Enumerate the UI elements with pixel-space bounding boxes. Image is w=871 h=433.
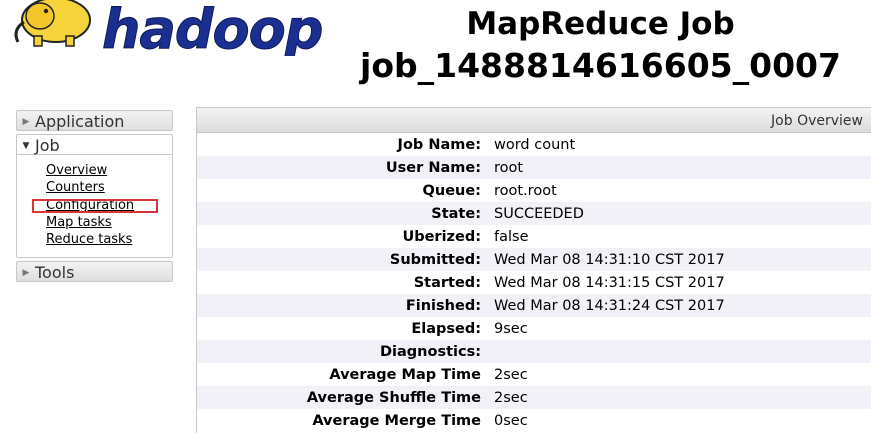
table-row: Finished: Wed Mar 08 14:31:24 CST 2017 — [197, 294, 871, 317]
row-key: Job Name: — [397, 137, 481, 153]
page-title-job-id: job_1488814616605_0007 — [360, 46, 841, 85]
sidebar-link-counters[interactable]: Counters — [46, 179, 134, 196]
row-value: SUCCEEDED — [494, 206, 584, 222]
row-key: User Name: — [385, 160, 481, 176]
job-overview-header: Job Overview — [197, 108, 871, 133]
sidebar-link-map-tasks[interactable]: Map tasks — [46, 214, 134, 231]
triangle-down-icon: ▼ — [22, 141, 30, 151]
row-key: Diagnostics: — [379, 344, 481, 360]
hadoop-logo: hadoop — [4, 0, 324, 62]
row-key: Average Merge Time — [312, 413, 481, 429]
row-key: Uberized: — [402, 229, 481, 245]
triangle-right-icon: ▶ — [22, 117, 30, 127]
row-value: 9sec — [494, 321, 528, 337]
row-key: Elapsed: — [411, 321, 481, 337]
row-key: Average Map Time — [329, 367, 481, 383]
table-row: State: SUCCEEDED — [197, 202, 871, 225]
row-value: 0sec — [494, 413, 528, 429]
row-value: Wed Mar 08 14:31:10 CST 2017 — [494, 252, 725, 268]
row-key: Finished: — [405, 298, 481, 314]
table-row: Submitted: Wed Mar 08 14:31:10 CST 2017 — [197, 248, 871, 271]
configuration-highlight-box — [32, 199, 158, 213]
row-key: State: — [431, 206, 481, 222]
table-row: Average Map Time 2sec — [197, 363, 871, 386]
table-row: Job Name: word count — [197, 133, 871, 156]
elephant-icon — [14, 0, 91, 47]
sidebar-link-overview[interactable]: Overview — [46, 162, 134, 179]
triangle-right-icon: ▶ — [22, 268, 30, 278]
sidebar-section-label: Application — [35, 112, 125, 131]
table-row: Average Shuffle Time 2sec — [197, 386, 871, 409]
table-row: Uberized: false — [197, 225, 871, 248]
table-row: Queue: root.root — [197, 179, 871, 202]
row-value: 2sec — [494, 367, 528, 383]
sidebar-section-job[interactable]: ▼ Job — [16, 134, 173, 155]
job-overview-rows: Job Name: word count User Name: root Queue… — [197, 133, 871, 432]
row-value: word count — [494, 137, 576, 153]
row-value: false — [494, 229, 529, 245]
row-key: Submitted: — [389, 252, 481, 268]
page-title-line1: MapReduce Job — [466, 6, 735, 42]
row-value: Wed Mar 08 14:31:24 CST 2017 — [494, 298, 725, 314]
row-value: root — [494, 160, 524, 176]
table-row: Diagnostics: — [197, 340, 871, 363]
table-row: Average Merge Time 0sec — [197, 409, 871, 432]
row-value: Wed Mar 08 14:31:15 CST 2017 — [494, 275, 725, 291]
table-row: User Name: root — [197, 156, 871, 179]
row-key: Average Shuffle Time — [306, 390, 481, 406]
row-key: Queue: — [422, 183, 481, 199]
logo-text: hadoop — [102, 0, 322, 56]
table-row: Started: Wed Mar 08 14:31:15 CST 2017 — [197, 271, 871, 294]
sidebar-section-label: Tools — [35, 263, 75, 282]
job-overview-table: Job Overview Job Name: word count User Na… — [196, 107, 871, 433]
row-key: Started: — [413, 275, 481, 291]
sidebar-section-tools[interactable]: ▶ Tools — [16, 261, 173, 282]
row-value: 2sec — [494, 390, 528, 406]
row-value: root.root — [494, 183, 557, 199]
sidebar-section-label: Job — [35, 136, 60, 155]
sidebar-link-reduce-tasks[interactable]: Reduce tasks — [46, 231, 134, 248]
sidebar-section-application[interactable]: ▶ Application — [16, 110, 173, 131]
table-row: Elapsed: 9sec — [197, 317, 871, 340]
